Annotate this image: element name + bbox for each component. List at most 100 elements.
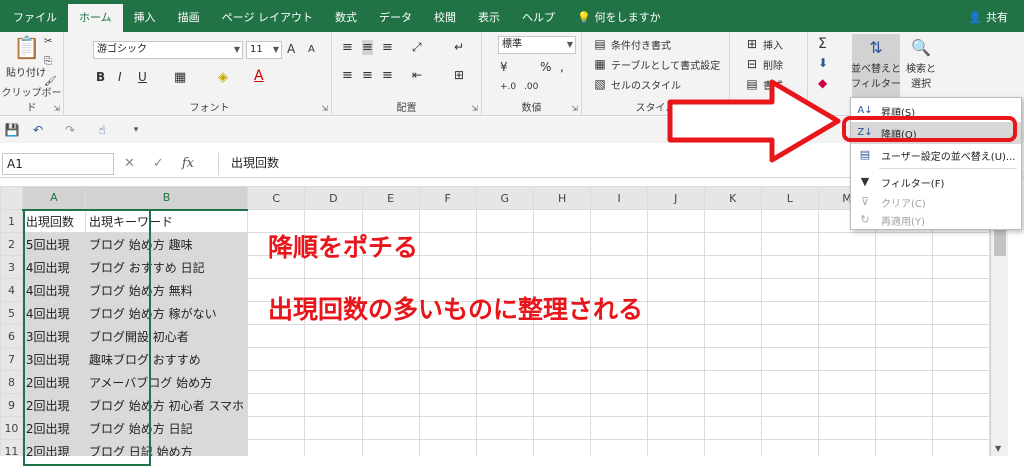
empty-cell[interactable] — [760, 209, 819, 233]
empty-cell[interactable] — [875, 255, 934, 279]
conditional-formatting-button[interactable]: ▤ 条件付き書式 — [592, 36, 671, 52]
menu-item-custom-sort[interactable]: ▤ ユーザー設定の並べ替え(U)... — [851, 144, 1021, 166]
empty-cell[interactable] — [760, 439, 819, 456]
empty-cell[interactable] — [817, 370, 877, 394]
empty-cell[interactable] — [932, 439, 990, 456]
align-top-icon[interactable]: ≡ — [342, 40, 353, 55]
empty-cell[interactable] — [875, 324, 934, 348]
empty-cell[interactable] — [817, 255, 877, 279]
empty-cell[interactable] — [703, 209, 762, 233]
tab-home[interactable]: ホーム — [68, 4, 123, 32]
empty-cell[interactable] — [304, 370, 363, 394]
empty-cell[interactable] — [760, 301, 819, 325]
cell-a[interactable]: 3回出現 — [21, 324, 86, 348]
empty-cell[interactable] — [532, 393, 592, 417]
empty-cell[interactable] — [932, 232, 990, 256]
menu-item-filter[interactable]: ▼ フィルター(F) — [851, 171, 1021, 193]
indent-icon[interactable]: ⇤ — [412, 68, 422, 82]
empty-cell[interactable] — [475, 232, 534, 256]
cell-a[interactable]: 3回出現 — [21, 347, 86, 371]
comma-icon[interactable]: , — [560, 60, 564, 74]
empty-cell[interactable] — [932, 301, 990, 325]
column-header-f[interactable]: F — [418, 186, 477, 210]
empty-cell[interactable] — [418, 232, 477, 256]
cut-icon[interactable]: ✂ — [44, 36, 52, 47]
enter-icon[interactable]: ✓ — [153, 156, 164, 171]
empty-cell[interactable] — [590, 209, 648, 233]
empty-cell[interactable] — [418, 209, 477, 233]
cell-b[interactable]: ブログ 始め方 日記 — [84, 416, 249, 440]
empty-cell[interactable] — [418, 255, 477, 279]
column-header-b[interactable]: B — [84, 186, 249, 211]
empty-cell[interactable] — [590, 439, 648, 456]
empty-cell[interactable] — [817, 324, 877, 348]
increase-decimal-icon[interactable]: +.0 — [500, 82, 516, 92]
align-center-icon[interactable]: ≡ — [362, 68, 373, 83]
cell-a[interactable]: 2回出現 — [21, 393, 86, 417]
empty-cell[interactable] — [817, 347, 877, 371]
column-header-i[interactable]: I — [590, 186, 648, 210]
column-header-j[interactable]: J — [646, 186, 705, 210]
save-icon[interactable]: 💾 — [4, 122, 20, 138]
merge-center-icon[interactable]: ⊞ — [454, 68, 464, 82]
cell-a[interactable]: 4回出現 — [21, 301, 86, 325]
fill-icon[interactable]: ⬇ — [818, 56, 828, 70]
empty-cell[interactable] — [875, 347, 934, 371]
empty-cell[interactable] — [760, 278, 819, 302]
number-launcher-icon[interactable]: ⇲ — [571, 104, 578, 113]
row-header[interactable]: 4 — [0, 278, 23, 302]
empty-cell[interactable] — [475, 439, 534, 456]
empty-cell[interactable] — [247, 393, 306, 417]
empty-cell[interactable] — [875, 370, 934, 394]
empty-cell[interactable] — [875, 301, 934, 325]
empty-cell[interactable] — [646, 324, 705, 348]
cell-a[interactable]: 2回出現 — [21, 416, 86, 440]
empty-cell[interactable] — [475, 255, 534, 279]
empty-cell[interactable] — [760, 232, 819, 256]
column-header-a[interactable]: A — [21, 186, 86, 211]
empty-cell[interactable] — [532, 439, 592, 456]
empty-cell[interactable] — [932, 416, 990, 440]
empty-cell[interactable] — [760, 255, 819, 279]
empty-cell[interactable] — [475, 393, 534, 417]
shrink-font-button[interactable]: A — [308, 44, 315, 55]
cell-a[interactable]: 4回出現 — [21, 255, 86, 279]
decrease-decimal-icon[interactable]: .00 — [524, 82, 538, 92]
wrap-text-icon[interactable]: ↵ — [454, 40, 464, 54]
italic-button[interactable]: I — [118, 70, 122, 84]
empty-cell[interactable] — [532, 370, 592, 394]
empty-cell[interactable] — [646, 370, 705, 394]
empty-cell[interactable] — [304, 393, 363, 417]
cell-b[interactable]: ブログ 日記 始め方 — [84, 439, 249, 456]
alignment-launcher-icon[interactable]: ⇲ — [471, 104, 478, 113]
cell-a[interactable]: 4回出現 — [21, 278, 86, 302]
empty-cell[interactable] — [475, 416, 534, 440]
empty-cell[interactable] — [590, 370, 648, 394]
empty-cell[interactable] — [590, 416, 648, 440]
empty-cell[interactable] — [817, 393, 877, 417]
empty-cell[interactable] — [590, 232, 648, 256]
empty-cell[interactable] — [475, 209, 534, 233]
empty-cell[interactable] — [875, 416, 934, 440]
empty-cell[interactable] — [532, 255, 592, 279]
insert-cells-button[interactable]: ⊞ 挿入 — [744, 36, 783, 52]
cell-b[interactable]: 趣味ブログ おすすめ — [84, 347, 249, 371]
row-header[interactable]: 11 — [0, 439, 23, 456]
row-header[interactable]: 2 — [0, 232, 23, 256]
cell-b[interactable]: 出現キーワード — [84, 209, 249, 233]
empty-cell[interactable] — [932, 255, 990, 279]
clipboard-launcher-icon[interactable]: ⇲ — [53, 104, 60, 113]
cell-b[interactable]: ブログ おすすめ 日記 — [84, 255, 249, 279]
empty-cell[interactable] — [932, 347, 990, 371]
empty-cell[interactable] — [875, 232, 934, 256]
tab-file[interactable]: ファイル — [2, 4, 68, 32]
empty-cell[interactable] — [646, 255, 705, 279]
orientation-icon[interactable]: ⤢ — [412, 40, 422, 55]
percent-button[interactable]: % — [540, 60, 551, 74]
row-header[interactable]: 1 — [0, 209, 23, 233]
cell-a[interactable]: 2回出現 — [21, 370, 86, 394]
align-left-icon[interactable]: ≡ — [342, 68, 353, 83]
cell-b[interactable]: ブログ 始め方 初心者 スマホ — [84, 393, 249, 417]
number-format-select[interactable]: 標準 ▼ — [498, 36, 576, 54]
empty-cell[interactable] — [590, 255, 648, 279]
